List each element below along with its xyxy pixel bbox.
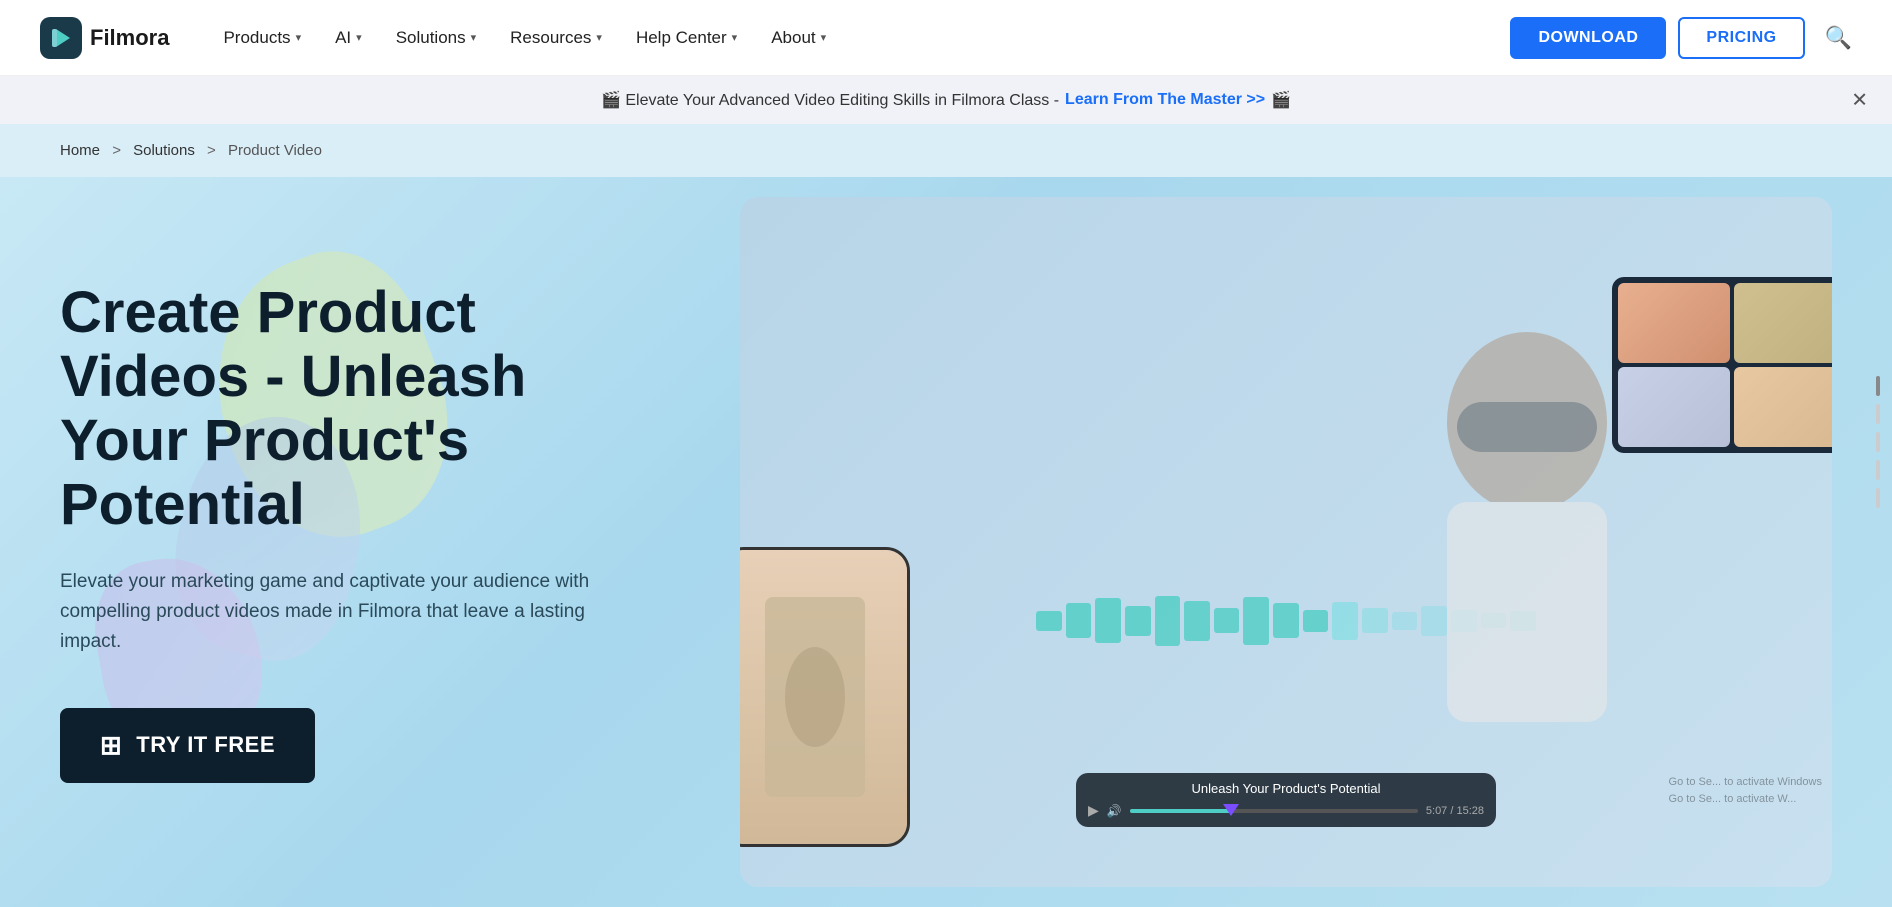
phone-mockup bbox=[740, 547, 910, 847]
video-progress-fill bbox=[1130, 809, 1231, 813]
announcement-banner: 🎬 Elevate Your Advanced Video Editing Sk… bbox=[0, 76, 1892, 124]
breadcrumb-current: Product Video bbox=[228, 142, 322, 159]
chevron-down-icon: ▾ bbox=[356, 31, 362, 44]
chevron-down-icon: ▾ bbox=[471, 31, 477, 44]
breadcrumb-home[interactable]: Home bbox=[60, 142, 100, 159]
volume-icon[interactable]: 🔊 bbox=[1107, 804, 1122, 818]
video-cursor bbox=[1223, 804, 1239, 816]
nav-item-ai[interactable]: AI ▾ bbox=[321, 20, 376, 56]
chevron-down-icon: ▾ bbox=[596, 31, 602, 44]
thumbnail-2 bbox=[1734, 283, 1832, 363]
video-progress-bar[interactable] bbox=[1130, 809, 1418, 813]
search-icon[interactable]: 🔍 bbox=[1825, 25, 1852, 51]
video-title: Unleash Your Product's Potential bbox=[1088, 781, 1484, 796]
hero-title: Create Product Videos - Unleash Your Pro… bbox=[60, 281, 620, 536]
breadcrumb: Home > Solutions > Product Video bbox=[0, 124, 1892, 177]
chevron-down-icon: ▾ bbox=[821, 31, 827, 44]
breadcrumb-separator: > bbox=[112, 142, 121, 159]
try-it-free-label: TRY IT FREE bbox=[136, 732, 275, 758]
nav-item-solutions[interactable]: Solutions ▾ bbox=[382, 20, 490, 56]
hero-section: Create Product Videos - Unleash Your Pro… bbox=[0, 177, 1892, 907]
hero-left: Create Product Videos - Unleash Your Pro… bbox=[0, 177, 680, 907]
thumbnail-1 bbox=[1618, 283, 1730, 363]
play-icon[interactable]: ▶ bbox=[1088, 802, 1099, 819]
nav-items: Products ▾ AI ▾ Solutions ▾ Resources ▾ … bbox=[209, 20, 1510, 56]
nav-item-resources[interactable]: Resources ▾ bbox=[496, 20, 616, 56]
windows-icon: ⊞ bbox=[100, 730, 122, 761]
navbar: Filmora Products ▾ AI ▾ Solutions ▾ Reso… bbox=[0, 0, 1892, 76]
nav-item-about[interactable]: About ▾ bbox=[757, 20, 840, 56]
video-player[interactable]: Unleash Your Product's Potential ▶ 🔊 5:0… bbox=[1076, 773, 1496, 827]
nav-item-products[interactable]: Products ▾ bbox=[209, 20, 315, 56]
thumbnail-4 bbox=[1734, 367, 1832, 447]
phone-content bbox=[740, 550, 907, 844]
download-button[interactable]: DOWNLOAD bbox=[1510, 17, 1666, 59]
breadcrumb-separator-2: > bbox=[207, 142, 216, 159]
hero-right: ⭐ ⭐ ⭐ bbox=[680, 177, 1892, 907]
banner-link[interactable]: Learn From The Master >> bbox=[1065, 91, 1265, 109]
chevron-down-icon: ▾ bbox=[732, 31, 738, 44]
pricing-button[interactable]: PRICING bbox=[1678, 17, 1804, 59]
close-icon[interactable]: ✕ bbox=[1851, 88, 1868, 113]
logo-icon bbox=[40, 17, 82, 59]
video-controls: ▶ 🔊 5:07 / 15:28 bbox=[1088, 802, 1484, 819]
breadcrumb-solutions[interactable]: Solutions bbox=[133, 142, 195, 159]
logo-text: Filmora bbox=[90, 25, 169, 51]
activate-windows-watermark: Go to Se... to activate Windows Go to Se… bbox=[1669, 774, 1822, 807]
thumbnail-grid bbox=[1612, 277, 1832, 453]
vr-mockup: Unleash Your Product's Potential ▶ 🔊 5:0… bbox=[740, 197, 1832, 887]
nav-actions: DOWNLOAD PRICING 🔍 bbox=[1510, 17, 1852, 59]
banner-prefix: 🎬 Elevate Your Advanced Video Editing Sk… bbox=[601, 90, 1059, 110]
nav-item-helpcenter[interactable]: Help Center ▾ bbox=[622, 20, 751, 56]
hero-subtitle: Elevate your marketing game and captivat… bbox=[60, 567, 610, 658]
video-timestamp: 5:07 / 15:28 bbox=[1426, 805, 1484, 817]
thumbnail-3 bbox=[1618, 367, 1730, 447]
logo[interactable]: Filmora bbox=[40, 17, 169, 59]
chevron-down-icon: ▾ bbox=[296, 31, 302, 44]
banner-suffix: 🎬 bbox=[1271, 90, 1291, 110]
try-it-free-button[interactable]: ⊞ TRY IT FREE bbox=[60, 708, 315, 783]
